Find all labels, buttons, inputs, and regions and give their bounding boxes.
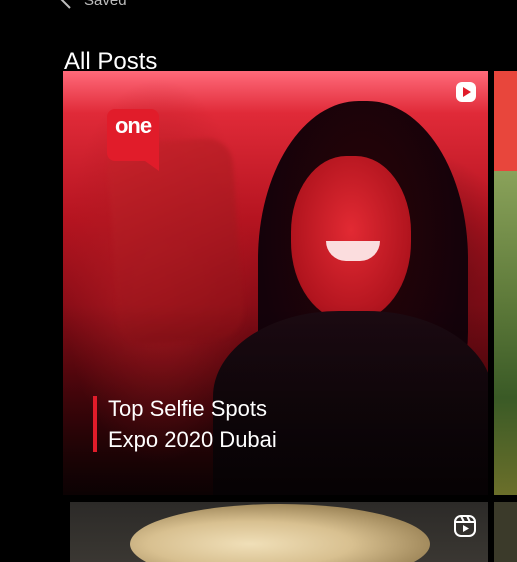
caption-text: Top Selfie Spots Expo 2020 Dubai [108,393,277,455]
post-tile-right-partial[interactable] [494,71,517,171]
post-caption: Top Selfie Spots Expo 2020 Dubai [93,393,277,455]
top-nav: Saved [60,0,127,10]
post-tile-right-partial-2[interactable] [494,502,517,562]
back-link-label[interactable]: Saved [84,0,127,9]
caption-line-2: Expo 2020 Dubai [108,427,277,452]
post-tile-2[interactable] [70,502,488,562]
reel-icon [453,514,477,543]
post-tile-right-partial-image[interactable] [494,171,517,495]
play-icon [455,81,477,108]
caption-accent-bar [93,396,97,452]
brand-logo-text: one [114,113,152,138]
post-tile[interactable]: one Top Selfie Spots Expo 2020 Dubai [63,71,488,495]
brand-logo: one [107,109,159,171]
caption-line-1: Top Selfie Spots [108,396,267,421]
photo-hair [130,504,430,562]
back-arrow-icon[interactable] [60,0,72,10]
